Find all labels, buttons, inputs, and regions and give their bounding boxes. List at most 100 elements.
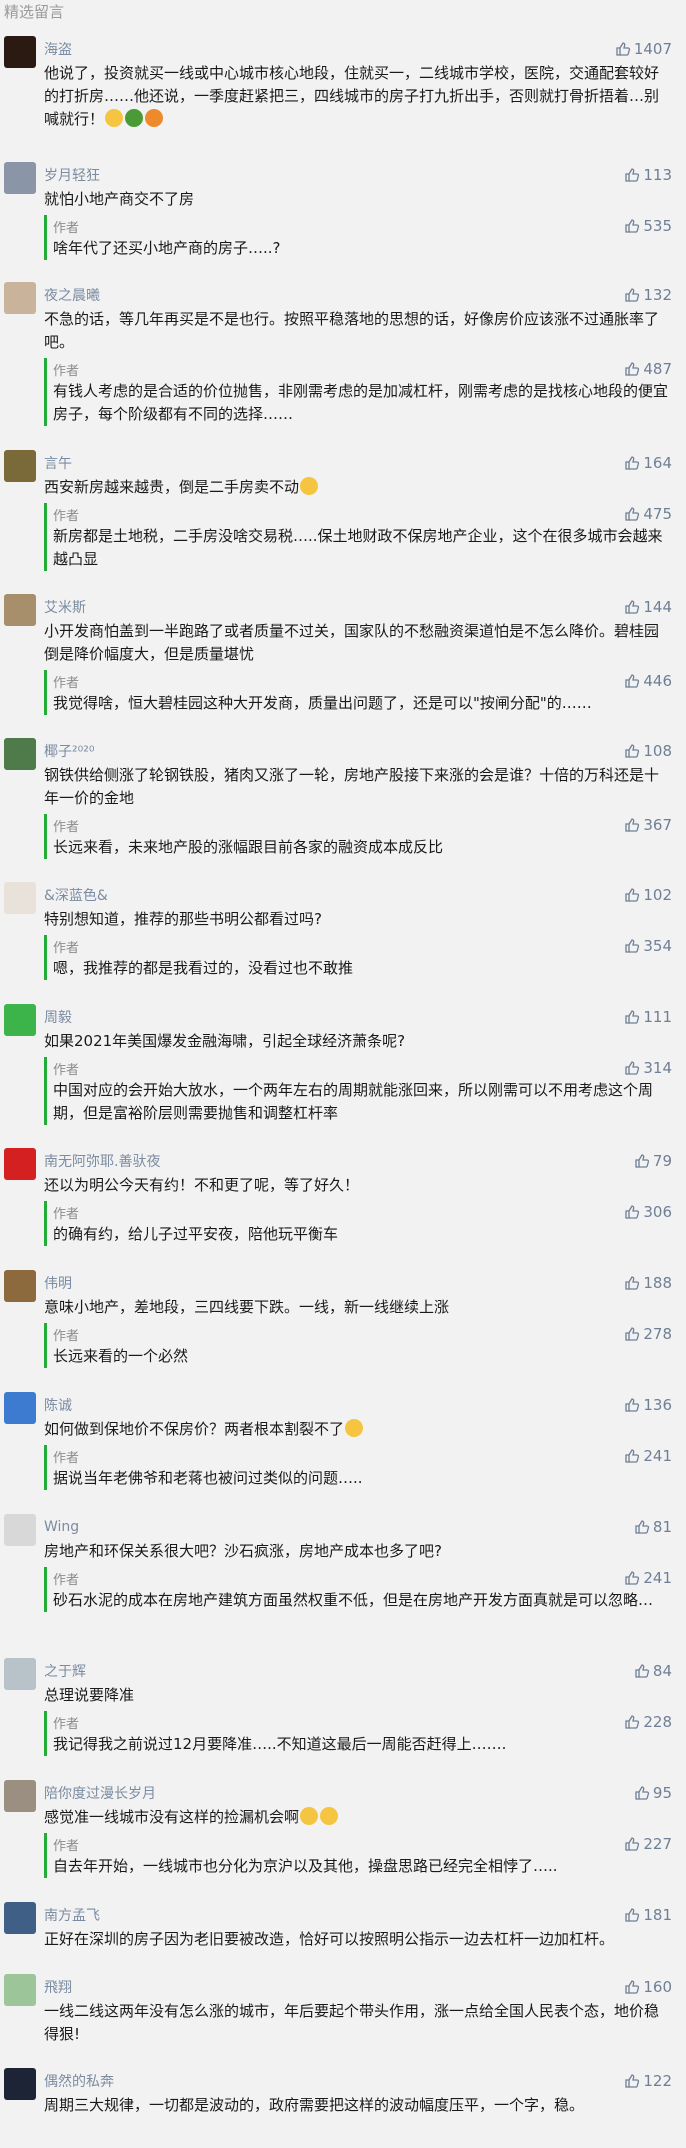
reply-header: 作者 227 bbox=[53, 1833, 672, 1855]
commenter-name[interactable]: 夜之晨曦 bbox=[44, 285, 100, 305]
author-reply: 作者 314 中国对应的会开始大放水，一个两年左右的周期就能涨回来，所以刚需可以不用… bbox=[44, 1057, 672, 1125]
like-button[interactable]: 367 bbox=[624, 816, 672, 834]
comment-item: 陈诚 136 如何做到保地价不保房价？两者根本割裂不了 作者 241 据说当年老佛爷和老蒋… bbox=[0, 1392, 686, 1490]
avatar[interactable] bbox=[4, 1392, 36, 1424]
avatar[interactable] bbox=[4, 1148, 36, 1180]
like-button[interactable]: 446 bbox=[624, 672, 672, 690]
like-count: 241 bbox=[643, 1569, 672, 1587]
comment-item: 周毅 111 如果2021年美国爆发金融海啸，引起全球经济萧条呢? 作者 314 中国对应… bbox=[0, 1004, 686, 1125]
like-button[interactable]: 487 bbox=[624, 360, 672, 378]
like-button[interactable]: 136 bbox=[624, 1396, 672, 1414]
author-label: 作者 bbox=[53, 220, 80, 236]
like-button[interactable]: 95 bbox=[634, 1784, 672, 1802]
reply-header: 作者 354 bbox=[53, 935, 672, 957]
like-button[interactable]: 181 bbox=[624, 1906, 672, 1924]
commenter-name[interactable]: 言午 bbox=[44, 453, 72, 473]
like-button[interactable]: 108 bbox=[624, 742, 672, 760]
comment-item: 夜之晨曦 132 不急的话，等几年再买是不是也行。按照平稳落地的思想的话，好像房价应… bbox=[0, 282, 686, 426]
commenter-name[interactable]: 周毅 bbox=[44, 1007, 72, 1027]
comment-body: 不急的话，等几年再买是不是也行。按照平稳落地的思想的话，好像房价应该涨不过通胀率… bbox=[44, 310, 660, 351]
commenter-name[interactable]: 椰子²⁰²⁰ bbox=[44, 741, 94, 761]
emoji-icon bbox=[300, 477, 319, 495]
commenter-name[interactable]: 飛翔 bbox=[44, 1977, 72, 1997]
avatar[interactable] bbox=[4, 1004, 36, 1036]
comment-text: 还以为明公今天有约！不和更了呢，等了好久！ bbox=[44, 1174, 672, 1197]
section-title: 精选留言 bbox=[4, 3, 65, 21]
like-button[interactable]: 111 bbox=[624, 1008, 672, 1026]
avatar[interactable] bbox=[4, 738, 36, 770]
like-button[interactable]: 188 bbox=[624, 1274, 672, 1292]
avatar[interactable] bbox=[4, 450, 36, 482]
avatar[interactable] bbox=[4, 1658, 36, 1690]
like-count: 95 bbox=[652, 1784, 672, 1802]
avatar[interactable] bbox=[4, 2068, 36, 2100]
avatar[interactable] bbox=[4, 1270, 36, 1302]
comment-header: &深蓝色& 102 bbox=[44, 882, 672, 908]
commenter-name[interactable]: 南方孟飞 bbox=[44, 1905, 100, 1925]
like-button[interactable]: 122 bbox=[624, 2072, 672, 2090]
avatar[interactable] bbox=[4, 1514, 36, 1546]
like-count: 84 bbox=[652, 1662, 672, 1680]
like-button[interactable]: 79 bbox=[634, 1152, 672, 1170]
like-button[interactable]: 241 bbox=[624, 1447, 672, 1465]
like-button[interactable]: 81 bbox=[634, 1518, 672, 1536]
comment-item: 陪你度过漫长岁月 95 感觉准一线城市没有这样的捡漏机会啊 作者 227 自去年开始，一线… bbox=[0, 1780, 686, 1878]
commenter-name[interactable]: 岁月轻狂 bbox=[44, 165, 100, 185]
commenter-name[interactable]: 之于辉 bbox=[44, 1661, 86, 1681]
commenter-name[interactable]: Wing bbox=[44, 1519, 79, 1535]
like-button[interactable]: 535 bbox=[624, 217, 672, 235]
avatar[interactable] bbox=[4, 282, 36, 314]
like-button[interactable]: 132 bbox=[624, 286, 672, 304]
avatar[interactable] bbox=[4, 882, 36, 914]
like-button[interactable]: 475 bbox=[624, 505, 672, 523]
like-button[interactable]: 228 bbox=[624, 1713, 672, 1731]
avatar[interactable] bbox=[4, 1780, 36, 1812]
emoji-icon bbox=[125, 109, 144, 127]
comment-body: 总理说要降准 bbox=[44, 1686, 135, 1704]
thumbs-up-icon bbox=[624, 1060, 643, 1076]
like-count: 111 bbox=[643, 1008, 672, 1026]
commenter-name[interactable]: &深蓝色& bbox=[44, 885, 108, 905]
like-button[interactable]: 164 bbox=[624, 454, 672, 472]
avatar[interactable] bbox=[4, 36, 36, 68]
thumbs-up-icon bbox=[624, 287, 643, 303]
like-button[interactable]: 306 bbox=[624, 1203, 672, 1221]
avatar[interactable] bbox=[4, 594, 36, 626]
like-button[interactable]: 241 bbox=[624, 1569, 672, 1587]
commenter-name[interactable]: 陈诚 bbox=[44, 1395, 72, 1415]
like-button[interactable]: 160 bbox=[624, 1978, 672, 1996]
commenter-name[interactable]: 艾米斯 bbox=[44, 597, 86, 617]
comment-item: 南方孟飞 181 正好在深圳的房子因为老旧要被改造，恰好可以按照明公指示一边去杠杆一… bbox=[0, 1902, 686, 1951]
author-reply: 作者 278 长远来看的一个必然 bbox=[44, 1323, 672, 1368]
avatar[interactable] bbox=[4, 1974, 36, 2006]
author-reply: 作者 241 砂石水泥的成本在房地产建筑方面虽然权重不低，但是在房地产开发方面真就是… bbox=[44, 1567, 672, 1612]
author-reply: 作者 354 嗯，我推荐的都是我看过的，没看过也不敢推 bbox=[44, 935, 672, 980]
like-button[interactable]: 314 bbox=[624, 1059, 672, 1077]
emoji-icon bbox=[300, 1807, 319, 1825]
like-button[interactable]: 113 bbox=[624, 166, 672, 184]
like-button[interactable]: 354 bbox=[624, 937, 672, 955]
reply-text: 中国对应的会开始大放水，一个两年左右的周期就能涨回来，所以刚需可以不用考虑这个周… bbox=[53, 1081, 654, 1122]
like-button[interactable]: 102 bbox=[624, 886, 672, 904]
commenter-name[interactable]: 偶然的私奔 bbox=[44, 2071, 114, 2091]
like-button[interactable]: 278 bbox=[624, 1325, 672, 1343]
reply-text: 新房都是土地税，二手房没啥交易税…..保土地财政不保房地产企业，这个在很多城市会… bbox=[53, 527, 663, 568]
like-button[interactable]: 144 bbox=[624, 598, 672, 616]
like-button[interactable]: 227 bbox=[624, 1835, 672, 1853]
thumbs-up-icon bbox=[634, 1663, 653, 1679]
commenter-name[interactable]: 陪你度过漫长岁月 bbox=[44, 1783, 156, 1803]
author-label: 作者 bbox=[53, 940, 80, 956]
commenter-name[interactable]: 伟明 bbox=[44, 1273, 72, 1293]
like-button[interactable]: 1407 bbox=[615, 40, 672, 58]
like-button[interactable]: 84 bbox=[634, 1662, 672, 1680]
emoji-icon bbox=[320, 1807, 339, 1825]
avatar[interactable] bbox=[4, 1902, 36, 1934]
comment-body: 还以为明公今天有约！不和更了呢，等了好久！ bbox=[44, 1176, 360, 1194]
commenter-name[interactable]: 南无阿弥耶.善驮夜 bbox=[44, 1151, 160, 1171]
thumbs-up-icon bbox=[615, 41, 634, 57]
avatar[interactable] bbox=[4, 162, 36, 194]
commenter-name[interactable]: 海盗 bbox=[44, 39, 72, 59]
like-count: 367 bbox=[643, 816, 672, 834]
like-count: 160 bbox=[643, 1978, 672, 1996]
reply-text: 砂石水泥的成本在房地产建筑方面虽然权重不低，但是在房地产开发方面真就是可以忽略… bbox=[53, 1591, 654, 1609]
